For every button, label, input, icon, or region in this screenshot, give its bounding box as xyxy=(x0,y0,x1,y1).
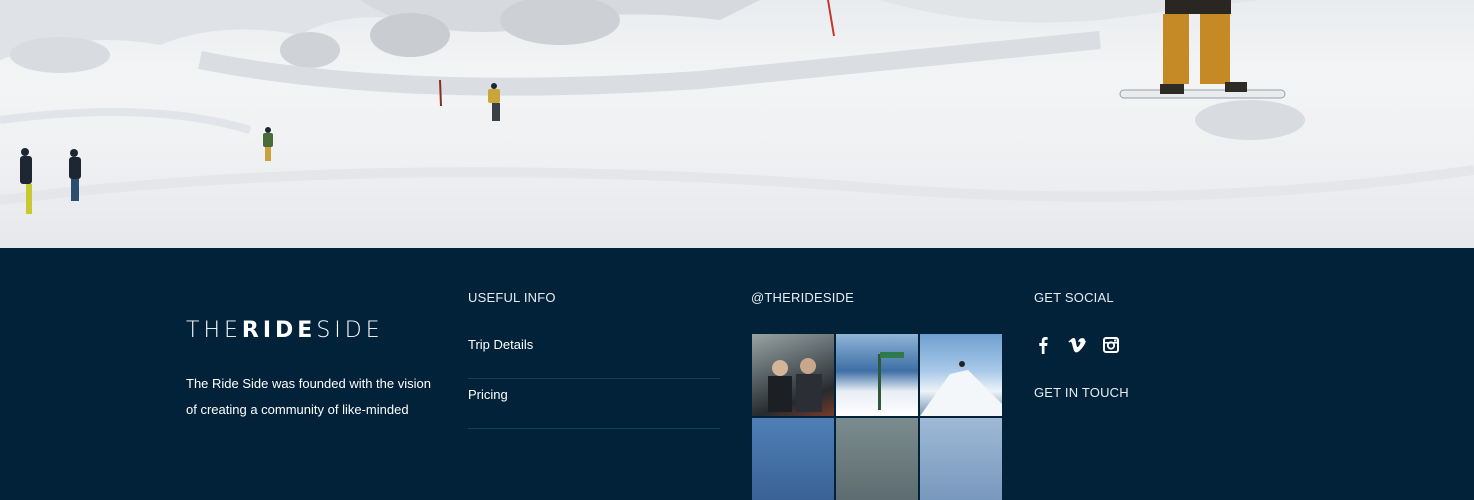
get-in-touch-heading: GET IN TOUCH xyxy=(1034,385,1129,400)
social-links xyxy=(1034,336,1120,354)
hero-ski-photo xyxy=(0,0,1474,248)
logo-text-ride: RIDE xyxy=(241,318,317,343)
get-social-heading: GET SOCIAL xyxy=(1034,290,1114,305)
logo-text-the: THE xyxy=(186,318,242,343)
the-ride-side-logo[interactable]: THERIDESIDE xyxy=(186,318,384,343)
signpost-photo xyxy=(878,352,904,410)
instagram-photo[interactable] xyxy=(920,334,1002,416)
trip-details-link[interactable]: Trip Details xyxy=(468,330,720,379)
useful-info-heading: USEFUL INFO xyxy=(468,290,556,305)
instagram-photo[interactable] xyxy=(920,418,1002,500)
summit-photo xyxy=(920,361,1002,416)
instagram-feed xyxy=(752,334,1002,500)
pricing-link[interactable]: Pricing xyxy=(468,380,720,429)
about-text: The Ride Side was founded with the visio… xyxy=(186,376,431,417)
instagram-photo[interactable] xyxy=(752,334,834,416)
facebook-icon[interactable] xyxy=(1034,336,1052,354)
instagram-heading: @THERIDESIDE xyxy=(751,290,854,305)
instagram-photo[interactable] xyxy=(752,418,834,500)
ski-slope-scene xyxy=(0,0,1474,214)
site-footer: THERIDESIDE The Ride Side was founded wi… xyxy=(0,248,1474,500)
instagram-photo[interactable] xyxy=(836,418,918,500)
vimeo-icon[interactable] xyxy=(1068,336,1086,354)
logo-text-side: SIDE xyxy=(316,318,384,343)
useful-info-links: Trip Details Pricing xyxy=(468,330,720,430)
instagram-icon[interactable] xyxy=(1102,336,1120,354)
people-photo xyxy=(768,358,822,412)
instagram-photo[interactable] xyxy=(836,334,918,416)
